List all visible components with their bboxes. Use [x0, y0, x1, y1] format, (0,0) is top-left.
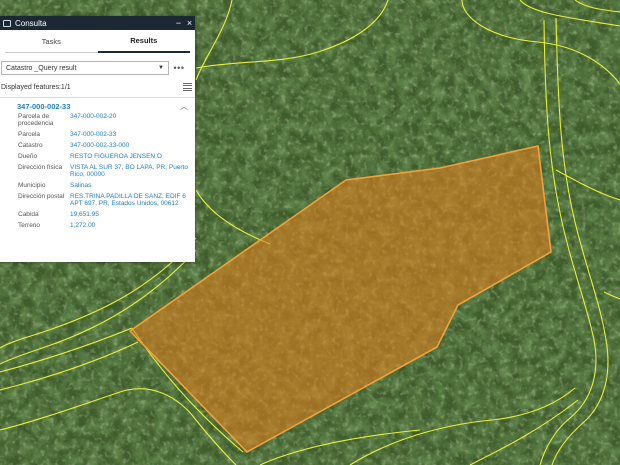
attribute-key: Dirección física [18, 164, 63, 171]
attribute-row: Dirección postal RES.TRINA PADILLA DE SAN… [18, 193, 190, 211]
attribute-row: Terreno 1,272.00 [18, 222, 190, 233]
minimize-icon[interactable]: − [173, 18, 184, 28]
attribute-row: Cabida 19,651.95 [18, 211, 190, 222]
features-count: 1/1 [60, 83, 71, 91]
attribute-key: Dueño [18, 153, 38, 160]
panel-widget-icon [3, 19, 11, 27]
panel-title: Consulta [15, 18, 47, 28]
attribute-value: 347-000-002-33-000 [70, 142, 130, 149]
chevron-down-icon: ▼ [158, 65, 164, 71]
attribute-table: Parcela de procedencia 347-000-002-20 Par… [18, 113, 190, 233]
attribute-key: Parcela [18, 131, 41, 138]
divider [0, 97, 195, 98]
features-summary: Displayed features:1/1 [0, 80, 195, 94]
attribute-row: Municipio Salinas [18, 182, 190, 193]
features-summary-text: Displayed features:1/1 [1, 84, 71, 91]
layer-select-row: Catastro _Query result ▼ ••• [0, 59, 195, 77]
attribute-key: Municipio [18, 182, 46, 189]
query-panel: Consulta − × Tasks Results Catastro _Que… [0, 16, 195, 262]
attribute-value: 1,272.00 [70, 222, 96, 229]
attribute-value: 347-000-002-33 [70, 131, 117, 138]
layer-select[interactable]: Catastro _Query result ▼ [1, 61, 169, 75]
panel-titlebar[interactable]: Consulta − × [0, 16, 195, 30]
attribute-value: Salinas [70, 182, 92, 189]
attribute-value: 19,651.95 [70, 211, 99, 218]
attribute-key: Catastro [18, 142, 43, 149]
list-options-icon[interactable] [183, 83, 192, 91]
more-options-icon[interactable]: ••• [169, 63, 189, 73]
attribute-row: Dueño RESTO FIGUEROA JENSEN O [18, 153, 190, 164]
attribute-value: 347-000-002-20 [70, 113, 117, 120]
layer-select-value: Catastro _Query result [6, 64, 77, 72]
feature-header[interactable]: 347-000-002-33 ︿ [0, 99, 195, 113]
attribute-key: Terreno [18, 222, 41, 229]
attribute-key: Parcela de procedencia [18, 113, 54, 127]
features-label: Displayed features: [1, 83, 61, 91]
tab-tasks[interactable]: Tasks [5, 30, 98, 52]
close-icon[interactable]: × [184, 18, 195, 28]
tab-results[interactable]: Results [97, 30, 190, 53]
attribute-key: Dirección postal [18, 193, 65, 200]
feature-title[interactable]: 347-000-002-33 [17, 102, 70, 111]
panel-tabs: Tasks Results [5, 30, 190, 53]
attribute-value: RES.TRINA PADILLA DE SANZ, EDIF 6 APT 69… [70, 193, 186, 207]
attribute-key: Cabida [18, 211, 39, 218]
chevron-up-icon[interactable]: ︿ [180, 101, 188, 112]
attribute-row: Catastro 347-000-002-33-000 [18, 142, 190, 153]
attribute-value: VISTA AL SUR 37, BO LAPA, PR, Puerto Ric… [70, 164, 189, 178]
attribute-row: Parcela de procedencia 347-000-002-20 [18, 113, 190, 131]
attribute-row: Dirección física VISTA AL SUR 37, BO LAPA… [18, 164, 190, 182]
attribute-value: RESTO FIGUEROA JENSEN O [70, 153, 162, 160]
attribute-row: Parcela 347-000-002-33 [18, 131, 190, 142]
